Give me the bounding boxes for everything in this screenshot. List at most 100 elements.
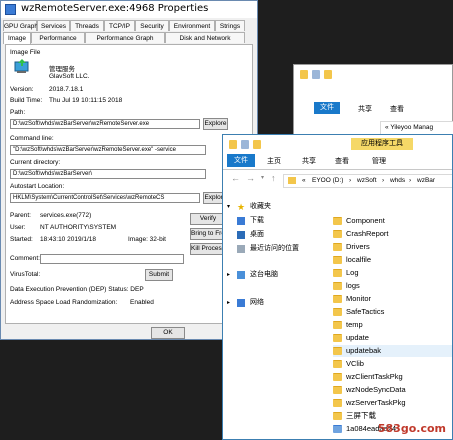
explorer-window-front[interactable]: 应用程序工具 文件 主页 共享 查看 管理 ← → ▾ ↑ « EYOO (D:…: [222, 134, 453, 440]
properties-icon[interactable]: [312, 70, 320, 79]
tab-file[interactable]: 文件: [227, 154, 255, 167]
version-label: Version:: [10, 86, 34, 93]
crumb-drive[interactable]: EYOO (D:): [312, 175, 343, 187]
folder-icon: [333, 334, 342, 342]
folder-item[interactable]: localfile: [333, 254, 452, 266]
address-bar[interactable]: « Yileyoo Manag: [380, 121, 453, 135]
nav-recent[interactable]: 最近访问的位置: [223, 243, 321, 255]
tab-share[interactable]: 共享: [302, 156, 316, 166]
chevron-down-icon: ▾: [227, 204, 231, 210]
tab-performance-graph[interactable]: Performance Graph: [85, 32, 165, 43]
explore-path-button[interactable]: Explore: [203, 118, 228, 130]
tab-manage[interactable]: 管理: [372, 156, 386, 166]
cmdline-label: Command line:: [10, 135, 54, 142]
folder-icon: [333, 295, 342, 303]
aslr-label: Address Space Load Randomization:: [10, 299, 118, 306]
recent-dropdown-icon[interactable]: ▾: [261, 174, 264, 181]
submit-button[interactable]: Submit: [145, 269, 173, 281]
up-arrow-icon[interactable]: ↑: [271, 173, 276, 183]
address-bar[interactable]: « EYOO (D:) › wzSoft › whds › wzBar: [283, 174, 452, 188]
folder-icon: [333, 412, 342, 420]
tab-security[interactable]: Security: [135, 20, 169, 31]
autostart-label: Autostart Location:: [10, 183, 65, 190]
version-value: 2018.7.18.1: [49, 86, 84, 93]
tab-performance[interactable]: Performance: [31, 32, 85, 43]
ok-button[interactable]: OK: [151, 327, 185, 339]
nav-network[interactable]: ▸ 网络: [223, 297, 321, 309]
nav-downloads[interactable]: 下载: [223, 215, 321, 227]
autostart-field[interactable]: HKLM\System\CurrentControlSet\Services\w…: [10, 193, 200, 203]
comment-field[interactable]: [40, 254, 184, 264]
folder-item[interactable]: 三屏下载: [333, 410, 452, 422]
folder-name: Log: [346, 268, 359, 277]
folder-name: temp: [346, 320, 363, 329]
folder-item-selected[interactable]: updatebak: [333, 345, 452, 357]
nav-this-pc[interactable]: ▸ 这台电脑: [223, 269, 321, 281]
folder-item[interactable]: wzNodeSyncData: [333, 384, 452, 396]
tab-share[interactable]: 共享: [358, 104, 372, 114]
folder-item[interactable]: temp: [333, 319, 452, 331]
computer-icon: [237, 271, 245, 279]
nav-desktop[interactable]: 桌面: [223, 229, 321, 241]
tab-environment[interactable]: Environment: [169, 20, 215, 31]
tab-disk-network[interactable]: Disk and Network: [165, 32, 245, 43]
tab-threads[interactable]: Threads: [70, 20, 104, 31]
bring-to-front-button[interactable]: Bring to Front: [190, 228, 226, 240]
tab-app-tools[interactable]: 应用程序工具: [351, 138, 413, 150]
build-time-value: Thu Jul 19 10:11:15 2018: [49, 97, 123, 104]
title-bar[interactable]: wzRemoteServer.exe:4968 Properties: [1, 1, 257, 18]
crumb-wzbar[interactable]: wzBar: [417, 175, 435, 187]
curdir-field[interactable]: D:\wzSoft\whds\wzBarServer\: [10, 169, 206, 179]
cmdline-field[interactable]: "D:\wzSoft\whds\wzBarServer\wzRemoteServ…: [10, 145, 206, 155]
new-folder-icon[interactable]: [324, 70, 332, 79]
folder-name: wzNodeSyncData: [346, 385, 406, 394]
verify-button[interactable]: Verify: [190, 213, 226, 225]
address-folder-icon: [288, 177, 296, 184]
folder-item[interactable]: logs: [333, 280, 452, 292]
tab-gpu-graph[interactable]: GPU Graph: [3, 20, 38, 31]
folder-item[interactable]: Log: [333, 267, 452, 279]
crumb-whds[interactable]: whds: [390, 175, 405, 187]
tab-image[interactable]: Image: [3, 32, 31, 44]
download-icon: [237, 217, 245, 225]
folder-icon: [333, 347, 342, 355]
folder-name: wzServerTaskPkg: [346, 398, 406, 407]
watermark: 583go.com: [377, 422, 446, 435]
path-field[interactable]: D:\wzSoft\whds\wzBarServer\wzRemoteServe…: [10, 119, 200, 129]
tab-view[interactable]: 查看: [335, 156, 349, 166]
back-arrow-icon[interactable]: ←: [231, 173, 240, 183]
properties-icon[interactable]: [241, 140, 249, 149]
folder-item[interactable]: Monitor: [333, 293, 452, 305]
image-panel: Image File 管理服务 GlavSoft LLC. Version: 2…: [5, 44, 253, 324]
tab-tcpip[interactable]: TCP/IP: [104, 20, 135, 31]
crumb-wzsoft[interactable]: wzSoft: [357, 175, 377, 187]
folder-item[interactable]: CrashReport: [333, 228, 452, 240]
ribbon-divider: [223, 169, 452, 170]
tab-row-2: Image Performance Performance Graph Disk…: [3, 32, 255, 44]
folder-item[interactable]: SafeTactics: [333, 306, 452, 318]
folder-item[interactable]: wzClientTaskPkg: [333, 371, 452, 383]
folder-item[interactable]: update: [333, 332, 452, 344]
folder-item[interactable]: wzServerTaskPkg: [333, 397, 452, 409]
tab-services[interactable]: Services: [37, 20, 70, 31]
tab-home[interactable]: 主页: [267, 156, 281, 166]
nav-favorites[interactable]: ▾ ★ 收藏夹: [223, 201, 321, 213]
kill-process-button[interactable]: Kill Process: [190, 243, 226, 255]
folder-item[interactable]: Component: [333, 215, 452, 227]
folder-name: SafeTactics: [346, 307, 385, 316]
tab-view[interactable]: 查看: [390, 104, 404, 114]
folder-icon: [333, 399, 342, 407]
folder-name: VClib: [346, 359, 364, 368]
chevron-right-icon: ▸: [227, 300, 231, 306]
forward-arrow-icon[interactable]: →: [246, 173, 255, 183]
tab-file[interactable]: 文件: [314, 102, 340, 114]
virustotal-label: VirusTotal:: [10, 271, 41, 278]
tab-strings[interactable]: Strings: [215, 20, 245, 31]
folder-item[interactable]: Drivers: [333, 241, 452, 253]
explorer-window-back[interactable]: 文件 共享 查看 « Yileyoo Manag: [293, 64, 453, 144]
new-folder-icon[interactable]: [253, 140, 261, 149]
folder-name: localfile: [346, 255, 372, 264]
folder-item[interactable]: VClib: [333, 358, 452, 370]
nav-recent-label: 最近访问的位置: [250, 245, 299, 252]
folder-icon: [333, 217, 342, 225]
